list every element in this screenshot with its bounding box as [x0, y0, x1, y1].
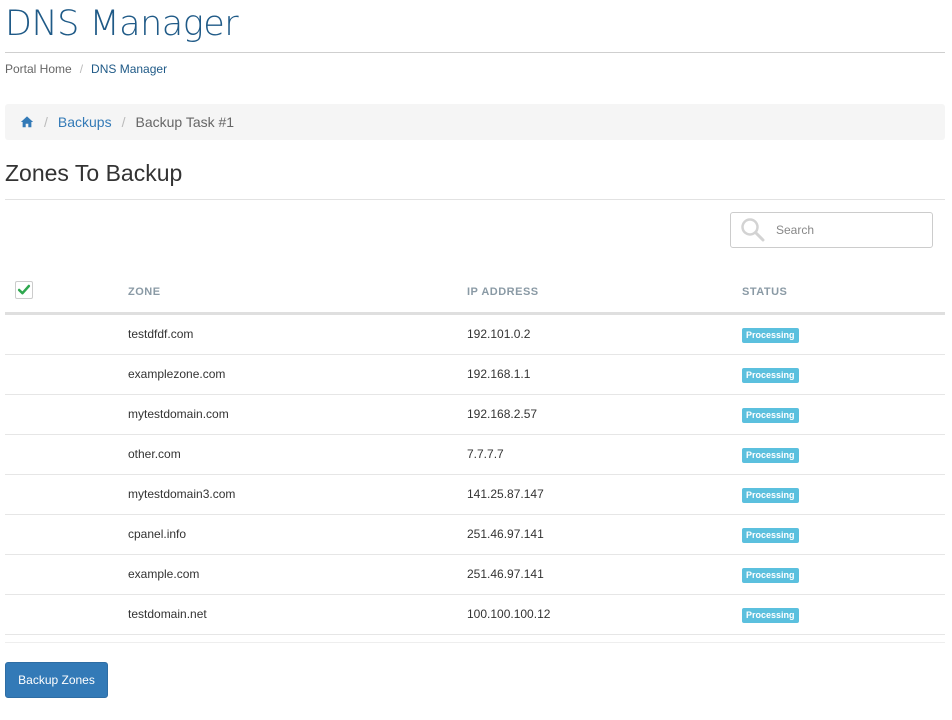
breadcrumb-separator: /: [79, 62, 84, 76]
ip-cell: 251.46.97.141: [467, 567, 544, 581]
search-input[interactable]: [776, 223, 916, 237]
table-row[interactable]: cpanel.info 251.46.97.141 Processing: [5, 515, 945, 555]
backup-zones-button[interactable]: Backup Zones: [5, 662, 108, 698]
column-header-status[interactable]: STATUS: [742, 286, 787, 298]
breadcrumb-current: Backup Task #1: [135, 114, 235, 130]
checkmark-icon: [17, 284, 31, 295]
table-footer: [5, 635, 945, 643]
zone-cell: other.com: [128, 447, 181, 461]
portal-breadcrumb: Portal Home / DNS Manager: [5, 62, 167, 76]
breadcrumb-backups-link[interactable]: Backups: [58, 114, 112, 130]
table-row[interactable]: testdfdf.com 192.101.0.2 Processing: [5, 315, 945, 355]
column-header-ip-address[interactable]: IP ADDRESS: [467, 286, 539, 298]
ip-cell: 251.46.97.141: [467, 527, 544, 541]
breadcrumb: / Backups / Backup Task #1: [5, 104, 945, 140]
status-badge: Processing: [742, 328, 799, 343]
ip-cell: 192.168.1.1: [467, 367, 531, 381]
zone-cell: mytestdomain.com: [128, 407, 229, 421]
status-badge: Processing: [742, 488, 799, 503]
table-header: ZONE IP ADDRESS STATUS: [5, 270, 945, 315]
section-divider: [5, 199, 945, 200]
page-title: DNS Manager: [5, 4, 239, 44]
search-box[interactable]: [730, 212, 933, 248]
ip-cell: 141.25.87.147: [467, 487, 544, 501]
zone-cell: example.com: [128, 567, 200, 581]
table-row[interactable]: example.com 251.46.97.141 Processing: [5, 555, 945, 595]
search-icon: [741, 218, 765, 242]
status-badge: Processing: [742, 528, 799, 543]
portal-home-link[interactable]: Portal Home: [5, 62, 72, 76]
title-divider: [5, 52, 945, 53]
status-badge: Processing: [742, 408, 799, 423]
column-header-zone[interactable]: ZONE: [128, 286, 161, 298]
table-row[interactable]: mytestdomain3.com 141.25.87.147 Processi…: [5, 475, 945, 515]
table-row[interactable]: examplezone.com 192.168.1.1 Processing: [5, 355, 945, 395]
zone-cell: mytestdomain3.com: [128, 487, 236, 501]
zone-cell: examplezone.com: [128, 367, 226, 381]
status-badge: Processing: [742, 448, 799, 463]
dns-manager-link[interactable]: DNS Manager: [91, 62, 167, 76]
ip-cell: 192.168.2.57: [467, 407, 538, 421]
ip-cell: 7.7.7.7: [467, 447, 504, 461]
breadcrumb-separator: /: [44, 114, 48, 130]
zones-table: ZONE IP ADDRESS STATUS testdfdf.com 192.…: [5, 270, 945, 643]
section-title: Zones To Backup: [5, 160, 183, 186]
table-row[interactable]: mytestdomain.com 192.168.2.57 Processing: [5, 395, 945, 435]
breadcrumb-separator: /: [121, 114, 126, 130]
status-badge: Processing: [742, 608, 799, 623]
zone-cell: cpanel.info: [128, 527, 187, 541]
home-icon[interactable]: [20, 115, 34, 129]
ip-cell: 100.100.100.12: [467, 607, 551, 621]
table-row[interactable]: testdomain.net 100.100.100.12 Processing: [5, 595, 945, 635]
status-badge: Processing: [742, 368, 799, 383]
status-badge: Processing: [742, 568, 799, 583]
zone-cell: testdfdf.com: [128, 327, 194, 341]
zone-cell: testdomain.net: [128, 607, 207, 621]
ip-cell: 192.101.0.2: [467, 327, 531, 341]
table-row[interactable]: other.com 7.7.7.7 Processing: [5, 435, 945, 475]
select-all-checkbox[interactable]: [15, 281, 33, 299]
